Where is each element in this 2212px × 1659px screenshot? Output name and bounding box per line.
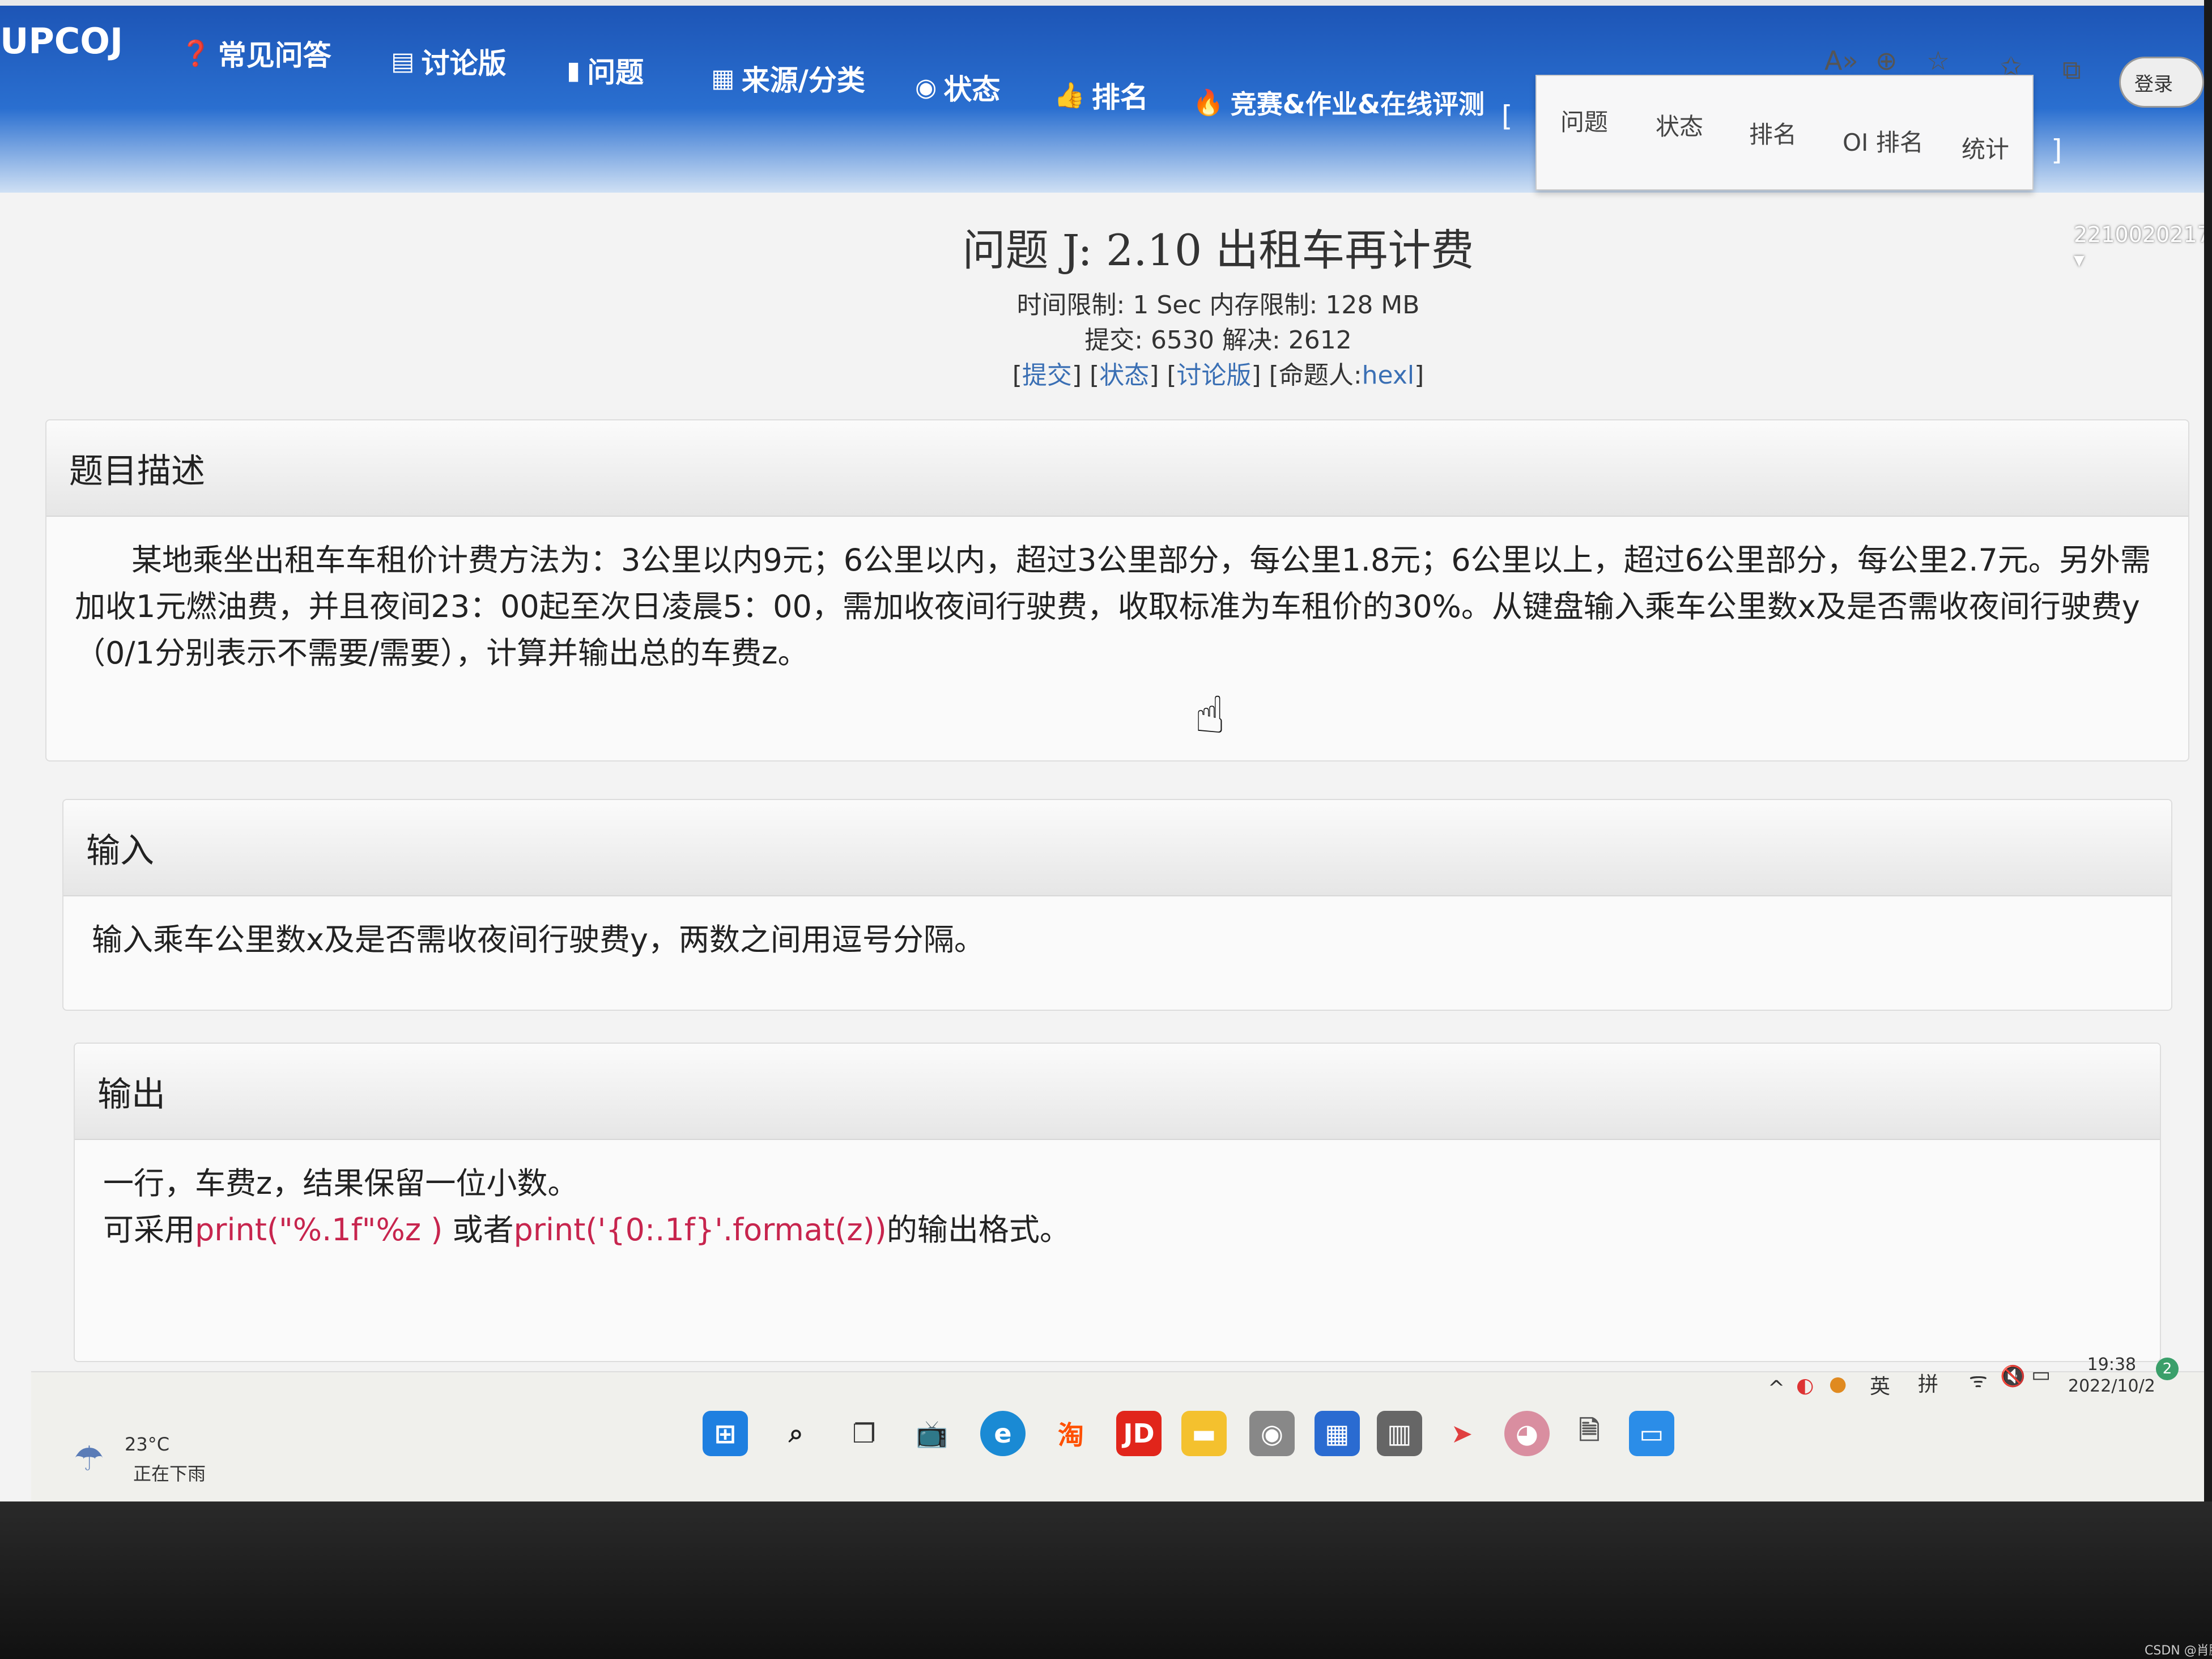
wifi-icon[interactable]: ᯤ <box>1969 1366 1988 1393</box>
description-heading: 题目描述 <box>46 420 2188 517</box>
temperature: 23°C <box>125 1433 170 1455</box>
nav-label: 排名 <box>1091 81 1148 114</box>
description-text: 某地乘坐出租车车租价计费方法为：3公里以内9元；6公里以内，超过3公里部分，每公… <box>75 542 2151 671</box>
clock[interactable]: 19:38 2022/10/2 <box>2068 1354 2155 1397</box>
output-heading: 输出 <box>75 1044 2160 1140</box>
submit-stats: 提交: 6530 解决: 2612 <box>1084 326 1352 355</box>
thumbs-up-icon: 👍 <box>1054 81 1085 110</box>
collections-icon[interactable]: ⧉ <box>2062 54 2081 86</box>
battery-icon[interactable]: ▭ <box>2031 1363 2051 1386</box>
app-icon[interactable]: ➤ <box>1439 1411 1484 1456</box>
qq-icon[interactable]: ● <box>1829 1372 1847 1396</box>
question-icon: ❓ <box>180 39 211 68</box>
problem-header: 问题 J: 2.10 出租车再计费 时间限制: 1 Sec 内存限制: 128 … <box>850 215 1586 393</box>
nav-status[interactable]: ◉ 状态 <box>915 67 1000 108</box>
output-panel: 输出 一行，车费z，结果保留一位小数。 可采用print("%.1f"%z ) … <box>74 1043 2161 1362</box>
nav-label: 竞赛&作业&在线评测 <box>1230 89 1485 120</box>
bracket-close: ] <box>2051 134 2062 167</box>
favorite-add-icon[interactable]: ☆ <box>1926 45 1950 76</box>
taobao-icon[interactable]: 淘 <box>1048 1411 1094 1456</box>
author-label: [命题人: <box>1269 361 1362 390</box>
date: 2022/10/2 <box>2068 1376 2155 1396</box>
description-panel: 题目描述 某地乘坐出租车车租价计费方法为：3公里以内9元；6公里以内，超过3公里… <box>45 419 2189 762</box>
grid-icon: ▦ <box>711 63 735 93</box>
user-menu[interactable]: 2210020217 ▾ <box>2074 222 2204 272</box>
author-suffix: ] <box>1414 361 1424 390</box>
nav-label: 来源/分类 <box>741 64 865 97</box>
output-text: 可采用 <box>103 1212 195 1248</box>
task-view-icon[interactable]: ❐ <box>841 1411 887 1456</box>
output-text: 的输出格式。 <box>886 1212 1070 1248</box>
fire-icon: 🔥 <box>1193 88 1224 117</box>
dropdown-item-status[interactable]: 状态 <box>1656 108 1703 142</box>
book-icon: ▮ <box>567 56 581 85</box>
site-logo[interactable]: UPCOJ <box>0 20 123 62</box>
limits: 时间限制: 1 Sec 内存限制: 128 MB <box>1016 291 1420 320</box>
umbrella-icon: ☂ <box>74 1439 104 1479</box>
input-text: 输入乘车公里数x及是否需收夜间行驶费y，两数之间用逗号分隔。 <box>92 922 985 958</box>
author-link[interactable]: hexl <box>1362 361 1414 390</box>
dropdown-item-problems[interactable]: 问题 <box>1560 103 1608 138</box>
ime-lang[interactable]: 英 <box>1870 1370 1890 1399</box>
nav-source[interactable]: ▦ 来源/分类 <box>711 58 865 99</box>
browser-screen: – ▢ UPCOJ ❓常见问答 ▤讨论版 ▮问题 ▦来源/分类 ◉状态 👍排名 … <box>0 0 2204 1501</box>
dropdown-item-ranking[interactable]: 排名 <box>1749 116 1797 150</box>
file-explorer-icon[interactable]: ▬ <box>1181 1411 1227 1456</box>
discuss-link[interactable]: 讨论版 <box>1177 361 1252 390</box>
submit-link[interactable]: 提交 <box>1022 361 1072 390</box>
app-icon[interactable]: ◉ <box>1249 1411 1295 1456</box>
tray-chevron-icon[interactable]: ^ <box>1768 1377 1785 1400</box>
user-id: 2210020217 <box>2074 222 2204 247</box>
tray-app-icon[interactable]: ◐ <box>1796 1374 1814 1397</box>
edge-browser-icon[interactable]: e <box>980 1411 1026 1456</box>
nav-label: 讨论版 <box>421 47 507 80</box>
nav-ranking[interactable]: 👍 排名 <box>1054 75 1148 116</box>
zoom-icon[interactable]: ⊕ <box>1875 45 1898 76</box>
app-icon[interactable]: ◕ <box>1504 1411 1550 1456</box>
dropdown-item-statistics[interactable]: 统计 <box>1962 130 2009 165</box>
play-icon: ◉ <box>915 73 937 102</box>
code-snippet-2: print('{0:.1f}'.format(z)) <box>513 1212 887 1248</box>
problem-links: [提交] [状态] [讨论版] [命题人:hexl] <box>1012 361 1424 390</box>
output-line-2: 可采用print("%.1f"%z ) 或者print('{0:.1f}'.fo… <box>103 1207 2132 1253</box>
bilibili-icon[interactable]: 📺 <box>909 1411 955 1456</box>
time: 19:38 <box>2087 1355 2137 1375</box>
status-link[interactable]: 状态 <box>1099 361 1149 390</box>
hand-cursor-icon: ☝ <box>1194 686 1226 745</box>
jd-icon[interactable]: JD <box>1116 1411 1162 1456</box>
list-icon: ▤ <box>391 46 415 76</box>
search-icon[interactable]: ⌕ <box>773 1411 819 1456</box>
login-button[interactable]: 登录 <box>2119 57 2204 108</box>
app-icon[interactable]: ▥ <box>1377 1411 1422 1456</box>
bracket-open: [ <box>1501 100 1513 133</box>
windows-start-icon[interactable]: ⊞ <box>703 1411 748 1456</box>
dropdown-item-oi-ranking[interactable]: OI 排名 <box>1843 124 1924 158</box>
output-text: 或者 <box>443 1212 514 1248</box>
nav-label: 常见问答 <box>218 39 331 72</box>
volume-muted-icon[interactable]: 🔇 <box>2000 1364 2026 1388</box>
nav-faq[interactable]: ❓ 常见问答 <box>180 33 331 74</box>
remote-desktop-icon[interactable]: ▭ <box>1629 1411 1674 1456</box>
python-icon[interactable]: 🗎 <box>1567 1411 1612 1456</box>
ime-mode[interactable]: 拼 <box>1918 1368 1938 1397</box>
nav-label: 问题 <box>587 56 644 89</box>
read-aloud-icon[interactable]: A» <box>1824 45 1858 76</box>
output-line-1: 一行，车费z，结果保留一位小数。 <box>103 1165 578 1201</box>
store-icon[interactable]: ▦ <box>1315 1411 1360 1456</box>
watermark: CSDN @肖鹏的蓝牙 <box>2145 1644 2212 1658</box>
laptop-bezel <box>0 1501 2212 1659</box>
nav-label: 状态 <box>943 73 1001 106</box>
nav-dropdown-menu: 问题 状态 排名 OI 排名 统计 <box>1535 75 2034 190</box>
page-title: 问题 J: 2.10 出租车再计费 <box>962 225 1474 275</box>
weather-condition: 正在下雨 <box>133 1463 206 1484</box>
input-heading: 输入 <box>63 800 2171 896</box>
nav-problems[interactable]: ▮ 问题 <box>567 50 644 91</box>
nav-discuss[interactable]: ▤ 讨论版 <box>391 41 507 82</box>
code-snippet-1: print("%.1f"%z ) <box>195 1212 443 1248</box>
notification-badge[interactable]: 2 <box>2156 1358 2179 1380</box>
input-panel: 输入 输入乘车公里数x及是否需收夜间行驶费y，两数之间用逗号分隔。 <box>62 799 2172 1011</box>
nav-contest[interactable]: 🔥 竞赛&作业&在线评测 <box>1193 84 1484 121</box>
